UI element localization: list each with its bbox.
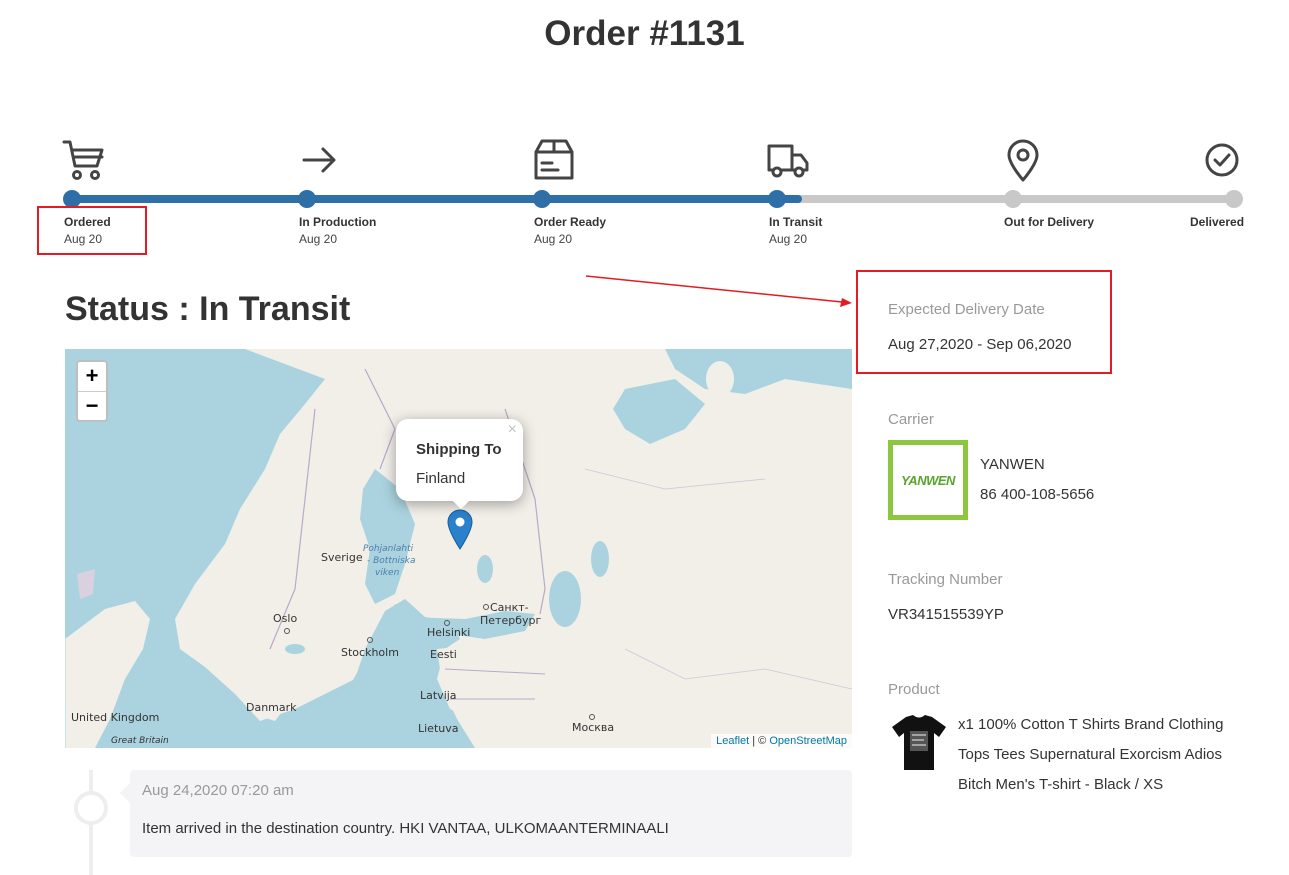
osm-link[interactable]: OpenStreetMap [769, 735, 847, 747]
map-popup: × Shipping To Finland [396, 419, 523, 501]
delivery-date-label: Expected Delivery Date [888, 301, 1045, 318]
timeline-circle-icon [74, 791, 108, 825]
product-description: x1 100% Cotton T Shirts Brand Clothing T… [958, 716, 1224, 793]
page-title: Order #1131 [544, 14, 745, 53]
popup-value: Finland [416, 470, 466, 487]
check-circle-icon [1200, 138, 1244, 182]
carrier-phone: 86 400-108-5656 [980, 486, 1095, 503]
step-label-in-production: In Production [299, 215, 377, 229]
location-marker-icon[interactable] [446, 509, 474, 551]
annotation-box-ordered [37, 206, 147, 255]
annotation-arrow [585, 275, 852, 307]
carrier-name: YANWEN [980, 456, 1045, 473]
product-image [892, 715, 946, 770]
arrow-right-icon [297, 138, 341, 182]
tracking-number: VR341515539YP [888, 606, 1004, 623]
annotation-box-delivery [856, 270, 1112, 374]
leaflet-link[interactable]: Leaflet [716, 735, 749, 747]
cart-icon [62, 138, 106, 182]
carrier-logo-text: YANWEN [901, 473, 955, 488]
popup-close-button[interactable]: × [508, 421, 517, 439]
step-date-in-transit: Aug 20 [769, 232, 808, 246]
event-message: Item arrived in the destination country.… [142, 820, 669, 837]
progress-track-fill [72, 195, 802, 203]
step-label-out-for-delivery: Out for Delivery [1004, 215, 1095, 229]
map-attribution: Leaflet | © OpenStreetMap [711, 734, 852, 748]
step-dot-out-for-delivery [1004, 190, 1022, 208]
event-time: Aug 24,2020 07:20 am [142, 782, 294, 799]
map-pin-icon [1001, 138, 1045, 182]
step-label-delivered: Delivered [1190, 215, 1245, 229]
status-title: Status : In Transit [65, 290, 351, 328]
delivery-date-value: Aug 27,2020 - Sep 06,2020 [888, 336, 1072, 353]
truck-icon [766, 138, 810, 182]
box-icon [532, 138, 576, 182]
step-label-in-transit: In Transit [769, 215, 823, 229]
tracking-label: Tracking Number [888, 571, 1003, 588]
step-dot-in-production [298, 190, 316, 208]
step-label-order-ready: Order Ready [534, 215, 607, 229]
step-dot-order-ready [533, 190, 551, 208]
step-dot-in-transit [768, 190, 786, 208]
step-dot-delivered [1225, 190, 1243, 208]
carrier-logo: YANWEN [888, 440, 968, 520]
step-date-order-ready: Aug 20 [534, 232, 573, 246]
step-date-in-production: Aug 20 [299, 232, 338, 246]
product-label: Product [888, 681, 940, 698]
carrier-label: Carrier [888, 411, 934, 428]
attribution-separator: | © [749, 735, 770, 747]
tracking-event-card: Aug 24,2020 07:20 am Item arrived in the… [130, 770, 852, 857]
popup-title: Shipping To [416, 441, 502, 458]
event-card-tip [120, 783, 130, 803]
map[interactable]: + − Sverige Pohjanlahti - Bottniska vike… [65, 349, 852, 748]
popup-tip [451, 499, 471, 509]
